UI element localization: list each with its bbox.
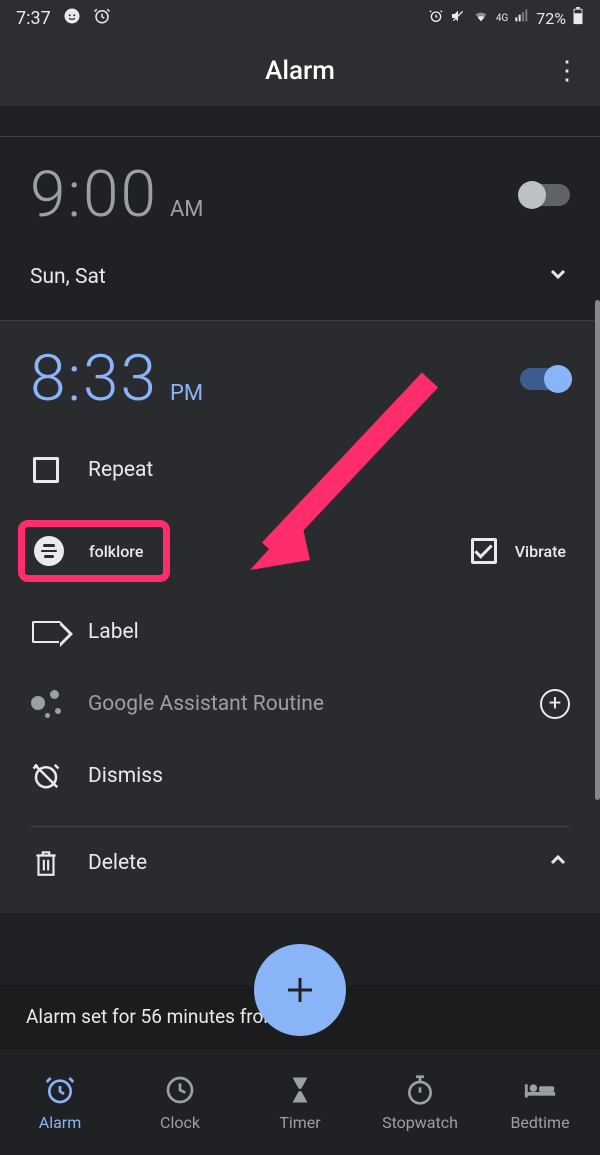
page-title: Alarm: [265, 56, 335, 86]
nav-timer[interactable]: Timer: [240, 1049, 360, 1155]
vibrate-option[interactable]: Vibrate: [471, 520, 570, 582]
nav-label: Alarm: [39, 1113, 81, 1132]
alarm-status-icon: [93, 7, 111, 30]
alarm-time-value: 9:00: [30, 157, 158, 232]
dismiss-icon: [30, 760, 62, 792]
alarm-time-display[interactable]: 8:33 PM: [30, 341, 203, 416]
clock-nav-icon: [163, 1073, 197, 1107]
add-routine-icon[interactable]: +: [540, 689, 570, 719]
alarm-time-ampm: AM: [170, 197, 204, 222]
alarm-time-value: 8:33: [30, 341, 158, 416]
sound-option[interactable]: folklore: [18, 520, 170, 582]
stopwatch-nav-icon: [403, 1073, 437, 1107]
dismiss-label: Dismiss: [88, 764, 163, 788]
alarm-time-display[interactable]: 9:00 AM: [30, 157, 204, 232]
status-time: 7:37: [16, 8, 51, 29]
label-icon: [32, 621, 60, 643]
nav-label: Timer: [279, 1113, 320, 1132]
scroll-indicator[interactable]: [595, 300, 600, 800]
timer-nav-icon: [283, 1073, 317, 1107]
reddit-icon: [63, 7, 81, 30]
nav-stopwatch[interactable]: Stopwatch: [360, 1049, 480, 1155]
battery-icon: [572, 7, 584, 29]
collapse-icon[interactable]: [546, 848, 570, 878]
battery-percent: 72%: [536, 9, 566, 28]
bedtime-nav-icon: [523, 1073, 557, 1107]
assistant-icon: [31, 690, 61, 718]
checkbox-unchecked-icon: [33, 457, 59, 483]
delete-option[interactable]: Delete: [30, 847, 147, 879]
spotify-icon: [34, 536, 64, 566]
dismiss-option[interactable]: Dismiss: [30, 740, 570, 812]
delete-label: Delete: [88, 851, 147, 875]
alarm-item[interactable]: 9:00 AM Sun, Sat: [0, 136, 600, 320]
alarm-nav-icon: [43, 1073, 77, 1107]
label-label: Label: [88, 620, 139, 644]
repeat-label: Repeat: [88, 458, 153, 482]
wifi-icon: [472, 8, 490, 28]
alarm-item-expanded: 8:33 PM Repeat folklore: [0, 320, 600, 913]
nav-clock[interactable]: Clock: [120, 1049, 240, 1155]
more-menu-icon[interactable]: ⋮: [554, 56, 580, 86]
assistant-routine-option[interactable]: Google Assistant Routine +: [30, 668, 570, 740]
alarm-indicator-icon: [428, 8, 444, 28]
add-alarm-fab[interactable]: [254, 944, 346, 1036]
alarm-toggle[interactable]: [520, 184, 570, 206]
checkbox-checked-icon: [471, 538, 497, 564]
alarm-time-ampm: PM: [170, 381, 203, 406]
alarm-days: Sun, Sat: [30, 265, 106, 289]
expand-icon[interactable]: [546, 262, 570, 292]
status-bar: 7:37 4G 72%: [0, 0, 600, 36]
alarm-toggle[interactable]: [520, 368, 570, 390]
app-bar: Alarm ⋮: [0, 36, 600, 106]
trash-icon: [30, 847, 62, 879]
repeat-option[interactable]: Repeat: [30, 434, 570, 506]
nav-label: Stopwatch: [382, 1113, 458, 1132]
mute-icon: [450, 8, 466, 28]
nav-label: Clock: [160, 1113, 200, 1132]
sound-label: folklore: [89, 542, 143, 561]
signal-icon: [514, 8, 530, 28]
nav-bedtime[interactable]: Bedtime: [480, 1049, 600, 1155]
network-label: 4G: [496, 13, 508, 24]
bottom-nav: Alarm Clock Timer Stopwatch Bedtime: [0, 1048, 600, 1155]
nav-alarm[interactable]: Alarm: [0, 1049, 120, 1155]
assistant-label: Google Assistant Routine: [88, 692, 324, 716]
label-option[interactable]: Label: [30, 596, 570, 668]
nav-label: Bedtime: [510, 1113, 569, 1132]
vibrate-label: Vibrate: [515, 542, 566, 561]
